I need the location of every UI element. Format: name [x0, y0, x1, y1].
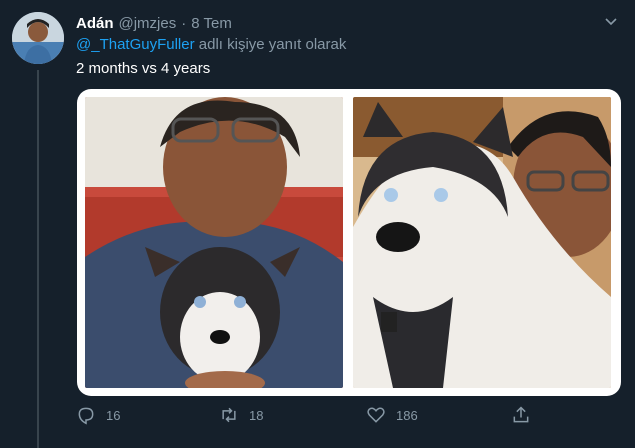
- share-icon: [513, 406, 529, 423]
- reply-icon: [78, 407, 94, 425]
- like-button[interactable]: 186: [366, 405, 418, 425]
- retweet-count: 18: [249, 407, 264, 423]
- author-name[interactable]: Adán: [76, 15, 114, 32]
- avatar[interactable]: [12, 12, 64, 64]
- tweet-header: Adán @jmzjes · 8 Tem: [76, 13, 623, 33]
- media-container: [77, 89, 621, 396]
- photo-husky-image: [353, 97, 611, 388]
- tweet-actions: 16 18 186: [76, 405, 546, 429]
- chevron-down-icon[interactable]: [603, 14, 619, 30]
- share-button[interactable]: [511, 405, 541, 425]
- author-handle[interactable]: @jmzjes: [119, 15, 177, 32]
- retweet-icon: [222, 407, 236, 423]
- reply-context-label: adlı kişiye yanıt olarak: [198, 36, 347, 53]
- like-count: 186: [396, 407, 418, 423]
- photo-husky[interactable]: [353, 97, 611, 388]
- retweet-button[interactable]: 18: [219, 405, 263, 425]
- tweet-text: 2 months vs 4 years: [76, 60, 211, 77]
- thread-line: [37, 70, 39, 448]
- avatar-image: [12, 12, 64, 64]
- like-icon: [367, 407, 385, 423]
- tweet-date[interactable]: 8 Tem: [191, 15, 232, 32]
- photo-puppy[interactable]: [85, 97, 343, 388]
- reply-button[interactable]: 16: [76, 405, 120, 425]
- photo-puppy-image: [85, 97, 343, 388]
- reply-context: @_ThatGuyFuller adlı kişiye yanıt olarak: [76, 36, 346, 53]
- reply-count: 16: [106, 407, 121, 423]
- separator-dot: ·: [181, 14, 187, 32]
- reply-mention-link[interactable]: @_ThatGuyFuller: [76, 36, 195, 53]
